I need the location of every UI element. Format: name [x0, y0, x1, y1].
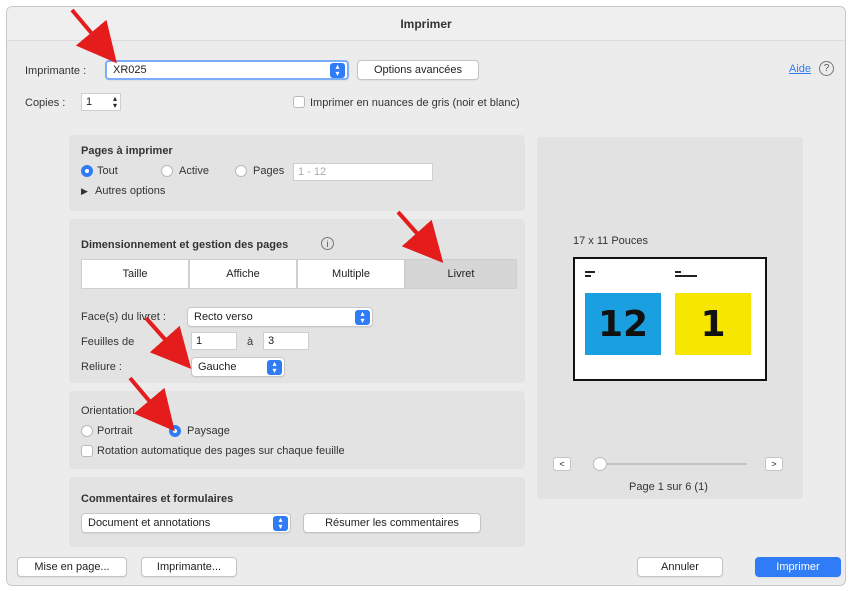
binding-value: Gauche — [198, 361, 237, 373]
preview-page-left: 12 — [585, 293, 661, 355]
binding-label: Reliure : — [81, 361, 122, 373]
preview-page-right: 1 — [675, 293, 751, 355]
summarize-comments-button[interactable]: Résumer les commentaires — [303, 513, 481, 533]
radio-all-label: Tout — [97, 165, 118, 177]
sheets-to-input[interactable]: 3 — [263, 332, 309, 350]
cancel-button[interactable]: Annuler — [637, 557, 723, 577]
printer-select[interactable]: XR025 ▴ ▾ — [105, 60, 349, 80]
chevron-updown-icon: ▴ ▾ — [330, 62, 345, 78]
page-slider-track[interactable] — [597, 463, 747, 465]
page-header-mark — [585, 271, 595, 277]
chevron-updown-icon: ▴ ▾ — [355, 309, 370, 325]
sizing-group: Dimensionnement et gestion des pages i T… — [69, 219, 525, 383]
print-dialog: Imprimer Imprimante : XR025 ▴ ▾ Options a… — [6, 6, 846, 586]
printer-value: XR025 — [113, 64, 147, 76]
booklet-sides-value: Recto verso — [194, 311, 253, 323]
preview-sheet: 12 1 — [573, 257, 767, 381]
window-title: Imprimer — [7, 7, 845, 41]
radio-pages-label: Pages — [253, 165, 285, 177]
pages-title: Pages à imprimer — [81, 145, 173, 157]
radio-portrait-label: Portrait — [97, 425, 133, 437]
disclosure-triangle-icon[interactable]: ▶ — [81, 186, 88, 197]
sheets-to-label: à — [247, 336, 254, 348]
advanced-options-button[interactable]: Options avancées — [357, 60, 479, 80]
sizing-title: Dimensionnement et gestion des pages — [81, 239, 289, 251]
radio-all[interactable] — [81, 165, 93, 177]
booklet-sides-label: Face(s) du livret : — [81, 311, 166, 323]
print-button[interactable]: Imprimer — [755, 557, 841, 577]
radio-portrait[interactable] — [81, 425, 93, 437]
page-counter: Page 1 sur 6 (1) — [629, 481, 708, 493]
booklet-sides-select[interactable]: Recto verso ▴ ▾ — [187, 307, 373, 327]
grayscale-checkbox[interactable] — [293, 96, 305, 108]
page-setup-button[interactable]: Mise en page... — [17, 557, 127, 577]
printer-button[interactable]: Imprimante... — [141, 557, 237, 577]
stepper-icon[interactable]: ▴ ▾ — [113, 95, 117, 110]
sheets-from-input[interactable]: 1 — [191, 332, 237, 350]
binding-select[interactable]: Gauche ▴ ▾ — [191, 357, 285, 377]
comments-group: Commentaires et formulaires Document et … — [69, 477, 525, 547]
copies-input[interactable]: 1 ▴ ▾ — [81, 93, 121, 111]
chevron-updown-icon: ▴ ▾ — [267, 359, 282, 375]
sheets-label: Feuilles de — [81, 336, 135, 348]
tab-size[interactable]: Taille — [81, 259, 189, 289]
page-slider-thumb[interactable] — [593, 457, 607, 471]
radio-landscape[interactable] — [169, 425, 181, 437]
more-options-link[interactable]: Autres options — [95, 185, 165, 197]
prev-page-button[interactable]: < — [553, 457, 571, 471]
paper-size-label: 17 x 11 Pouces — [573, 235, 649, 247]
radio-landscape-label: Paysage — [187, 425, 230, 437]
orientation-group: Orientation Portrait Paysage Rotation au… — [69, 391, 525, 469]
comments-title: Commentaires et formulaires — [81, 493, 234, 505]
copies-value: 1 — [86, 96, 93, 108]
tab-multiple[interactable]: Multiple — [297, 259, 405, 289]
tab-poster[interactable]: Affiche — [189, 259, 297, 289]
radio-pages[interactable] — [235, 165, 247, 177]
tab-booklet[interactable]: Livret — [405, 259, 517, 289]
page-header-mark — [675, 271, 697, 277]
page-range-input[interactable]: 1 - 12 — [293, 163, 433, 181]
printer-label: Imprimante : — [25, 65, 87, 77]
help-circle-icon[interactable]: ? — [819, 61, 834, 76]
comments-select[interactable]: Document et annotations ▴ ▾ — [81, 513, 291, 533]
auto-rotate-label: Rotation automatique des pages sur chaqu… — [97, 445, 345, 457]
radio-active[interactable] — [161, 165, 173, 177]
orientation-title: Orientation — [81, 405, 135, 417]
comments-value: Document et annotations — [88, 517, 211, 529]
help-link[interactable]: Aide — [789, 63, 811, 75]
info-icon[interactable]: i — [321, 237, 334, 250]
grayscale-label: Imprimer en nuances de gris (noir et bla… — [310, 97, 520, 109]
auto-rotate-checkbox[interactable] — [81, 445, 93, 457]
next-page-button[interactable]: > — [765, 457, 783, 471]
radio-active-label: Active — [179, 165, 209, 177]
pages-group: Pages à imprimer Tout Active Pages 1 - 1… — [69, 135, 525, 211]
print-preview: 17 x 11 Pouces 12 1 < > Page 1 sur 6 (1) — [537, 137, 803, 499]
chevron-updown-icon: ▴ ▾ — [273, 515, 288, 531]
copies-label: Copies : — [25, 97, 66, 109]
